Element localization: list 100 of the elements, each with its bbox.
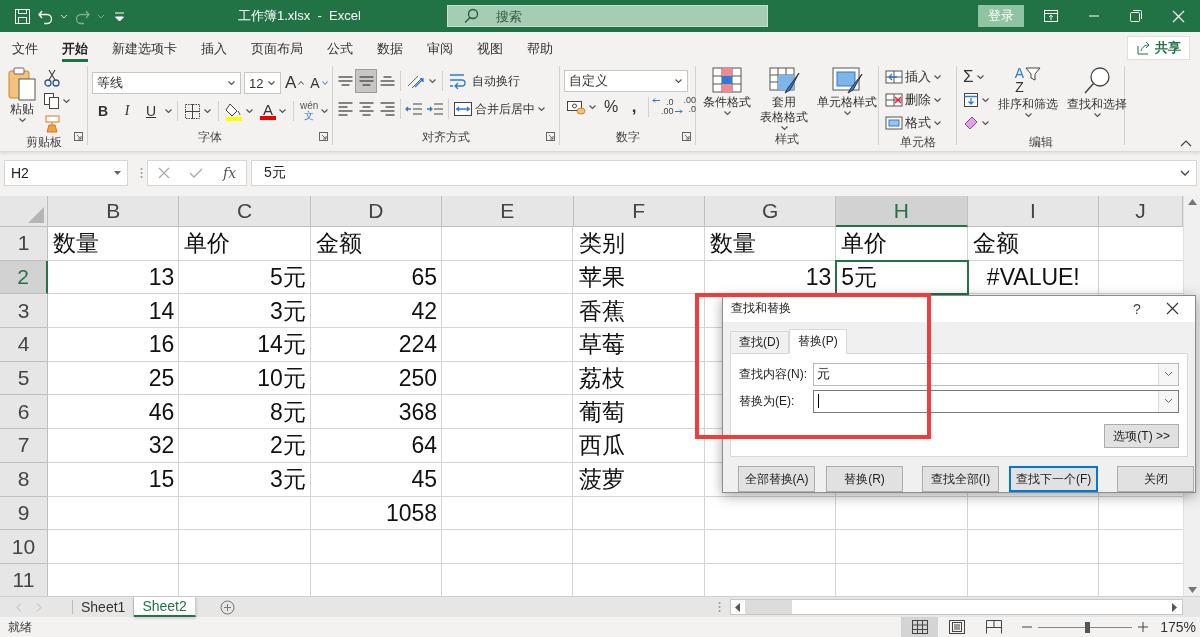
row-header[interactable]: 1 — [0, 227, 48, 261]
increase-font-button[interactable]: A — [283, 72, 307, 94]
style-button[interactable]: 单元格样式 — [814, 66, 880, 131]
paste-button[interactable]: 粘贴 — [4, 66, 40, 134]
font-name-dropdown[interactable]: 等线 — [92, 72, 241, 94]
ribbon-tab[interactable]: 审阅 — [415, 35, 465, 62]
dialog-button[interactable]: 替换(R) — [826, 466, 903, 492]
scroll-up-icon[interactable] — [1187, 199, 1197, 205]
underline-button[interactable]: U — [140, 103, 162, 119]
comma-button[interactable]: , — [623, 96, 645, 118]
insert-cells-button[interactable]: 插入 — [883, 66, 944, 88]
scroll-right-icon[interactable] — [1172, 602, 1178, 612]
dialog-tab[interactable]: 替换(P) — [788, 328, 847, 354]
zoom-in-icon[interactable] — [1138, 622, 1149, 632]
delete-cells-button[interactable]: 删除 — [883, 89, 944, 111]
column-header[interactable]: J — [1099, 196, 1183, 227]
row-header[interactable]: 3 — [0, 294, 48, 329]
close-icon[interactable] — [1166, 302, 1179, 316]
normal-view-button[interactable] — [901, 617, 939, 637]
find-field[interactable]: 元 — [813, 362, 1179, 386]
expand-icon[interactable] — [1180, 170, 1190, 176]
style-button[interactable]: 套用 表格格式 — [757, 66, 811, 131]
ribbon-tab[interactable]: 新建选项卡 — [100, 35, 189, 62]
style-button[interactable]: 条件格式 — [700, 66, 754, 131]
slider-thumb[interactable] — [1085, 622, 1091, 633]
sort-filter-button[interactable]: A Z 排序和筛选 — [995, 66, 1061, 134]
ribbon-tab[interactable]: 文件 — [0, 35, 50, 62]
row-header[interactable]: 9 — [0, 496, 48, 531]
name-box[interactable]: H2 — [4, 160, 128, 186]
increase-decimal-button[interactable]: .0 .00 — [652, 96, 674, 118]
launcher-icon[interactable] — [682, 132, 691, 141]
caret-icon[interactable] — [1164, 371, 1173, 378]
sheet-tab[interactable]: Sheet2 — [134, 597, 196, 617]
decrease-decimal-button[interactable]: .00 .0 — [674, 96, 697, 118]
find-select-button[interactable]: 查找和选择 — [1064, 66, 1130, 134]
column-header[interactable]: B — [48, 196, 180, 227]
column-header[interactable]: D — [310, 196, 443, 227]
add-sheet-icon[interactable] — [219, 599, 235, 615]
row-header[interactable]: 6 — [0, 395, 48, 430]
row-header[interactable]: 10 — [0, 530, 48, 564]
dialog-button[interactable]: 查找全部(I) — [922, 466, 999, 492]
caret-icon[interactable] — [164, 108, 173, 114]
bold-button[interactable]: B — [92, 103, 114, 119]
row-header[interactable]: 7 — [0, 429, 48, 463]
align-middle-button[interactable] — [356, 70, 376, 92]
decrease-font-button[interactable]: A — [308, 72, 330, 94]
column-header[interactable]: H — [836, 196, 968, 227]
column-header[interactable]: I — [967, 196, 1099, 227]
row-header[interactable]: 4 — [0, 328, 48, 362]
row-header[interactable]: 11 — [0, 563, 48, 596]
number-format-dropdown[interactable]: 自定义 — [564, 70, 688, 92]
launcher-icon[interactable] — [319, 132, 328, 141]
scroll-thumb[interactable] — [745, 600, 792, 614]
italic-button[interactable]: I — [116, 103, 138, 119]
save-icon[interactable] — [14, 7, 31, 25]
search-field[interactable]: 搜索 — [447, 5, 768, 27]
scroll-down-icon[interactable] — [1187, 587, 1197, 593]
formula-field[interactable]: 5元 — [251, 160, 1197, 186]
column-header[interactable]: G — [704, 196, 837, 227]
ribbon-tab[interactable]: 视图 — [465, 35, 515, 62]
percent-button[interactable]: % — [600, 98, 622, 116]
column-header[interactable]: E — [442, 196, 574, 227]
restore-icon[interactable] — [1130, 9, 1142, 22]
collapse-ribbon-icon[interactable] — [1180, 140, 1192, 147]
column-header[interactable]: C — [179, 196, 311, 227]
copy-icon[interactable] — [43, 92, 60, 110]
zoom-slider[interactable] — [1038, 621, 1133, 633]
ribbon-display-icon[interactable] — [1044, 9, 1058, 22]
dialog-button[interactable]: 关闭 — [1117, 466, 1195, 492]
help-button[interactable]: ? — [1122, 300, 1152, 317]
autosum-button[interactable]: Σ — [961, 66, 992, 88]
launcher-icon[interactable] — [546, 132, 555, 141]
insert-function-button[interactable]: fx — [223, 165, 237, 181]
column-header[interactable]: F — [573, 196, 705, 227]
share-button[interactable]: 共享 — [1127, 36, 1190, 60]
row-header[interactable]: 2 — [0, 260, 48, 295]
ribbon-tab[interactable]: 帮助 — [515, 35, 565, 62]
ribbon-tab[interactable]: 插入 — [189, 35, 239, 62]
dialog-button[interactable]: 全部替换(A) — [738, 466, 815, 492]
replace-field[interactable] — [813, 389, 1179, 413]
phonetic-button[interactable]: wén 文 — [298, 100, 332, 122]
format-cells-button[interactable]: 格式 — [883, 112, 944, 134]
scissors-icon[interactable] — [43, 68, 61, 88]
row-header[interactable]: 8 — [0, 462, 48, 497]
dialog-tab[interactable]: 查找(D) — [730, 330, 789, 353]
caret-icon[interactable] — [62, 98, 71, 104]
merge-center-button[interactable]: 合并后居中 — [452, 98, 547, 120]
check-icon[interactable] — [189, 167, 204, 179]
font-size-dropdown[interactable]: 12 — [244, 72, 281, 94]
launcher-icon[interactable] — [74, 132, 83, 141]
row-header[interactable]: 5 — [0, 361, 48, 396]
horizontal-scrollbar[interactable] — [730, 599, 1183, 615]
wrap-text-button[interactable]: 自动换行 — [446, 70, 522, 92]
font-color-button[interactable]: A — [258, 100, 289, 122]
ribbon-tab[interactable]: 公式 — [315, 35, 365, 62]
ribbon-tab[interactable]: 数据 — [365, 35, 415, 62]
caret-icon[interactable] — [1164, 398, 1173, 405]
scroll-left-icon[interactable] — [735, 602, 741, 612]
ribbon-tab[interactable]: 页面布局 — [239, 35, 315, 62]
options-button[interactable]: 选项(T) >> — [1104, 424, 1179, 448]
